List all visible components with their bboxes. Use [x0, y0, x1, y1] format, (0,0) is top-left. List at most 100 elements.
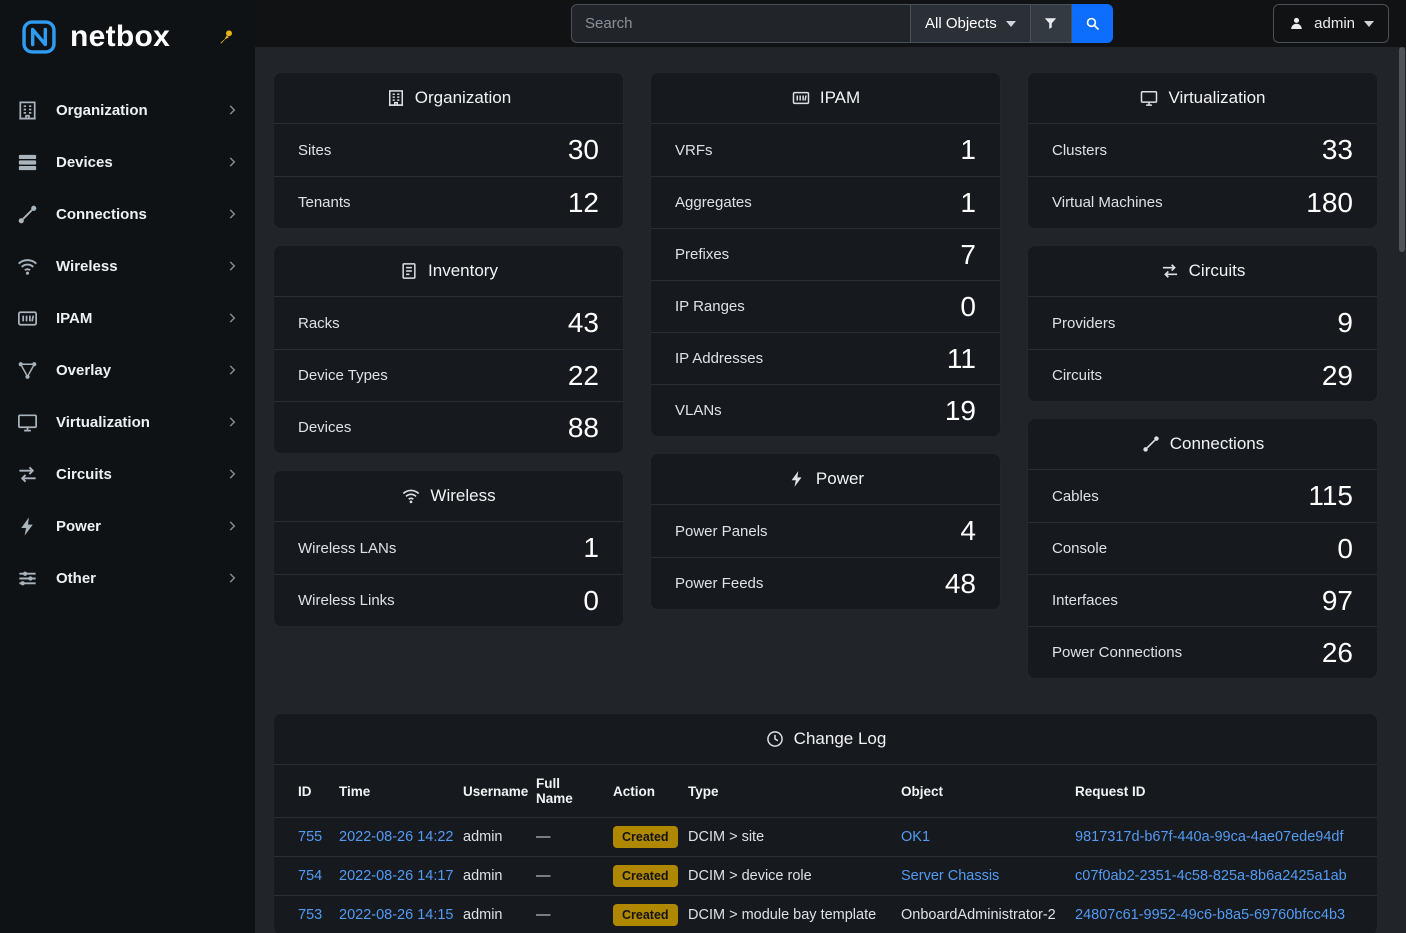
stat-label: Device Types [298, 367, 388, 384]
stat-row-circuits[interactable]: Circuits 29 [1028, 349, 1377, 401]
sidebar-nav: Organization Devices Connections [0, 84, 255, 604]
stat-row-tenants[interactable]: Tenants 12 [274, 176, 623, 228]
sidebar-item-organization[interactable]: Organization [0, 84, 255, 136]
wireless-card-header: Wireless [274, 471, 623, 522]
object-cell: OnboardAdministrator-2 [893, 896, 1067, 933]
sidebar-item-ipam[interactable]: IPAM [0, 292, 255, 344]
chevron-right-icon [225, 415, 239, 429]
stat-row-virtual-machines[interactable]: Virtual Machines 180 [1028, 176, 1377, 228]
change-id-link[interactable]: 753 [298, 907, 322, 923]
sidebar-item-overlay[interactable]: Overlay [0, 344, 255, 396]
chevron-right-icon [225, 155, 239, 169]
monitor-icon [1139, 88, 1159, 108]
full-name-cell: — [528, 818, 605, 857]
stat-value: 19 [945, 395, 976, 427]
building-icon [16, 99, 39, 122]
stat-row-wireless-lans[interactable]: Wireless LANs 1 [274, 522, 623, 574]
stat-row-interfaces[interactable]: Interfaces 97 [1028, 574, 1377, 626]
stat-row-device-types[interactable]: Device Types 22 [274, 349, 623, 401]
scrollbar-track[interactable] [1399, 47, 1405, 933]
stat-label: Aggregates [675, 194, 752, 211]
stat-row-aggregates[interactable]: Aggregates 1 [651, 176, 1000, 228]
stat-row-ip-addresses[interactable]: IP Addresses 11 [651, 332, 1000, 384]
user-menu-button[interactable]: admin [1273, 4, 1389, 43]
request-id-link[interactable]: 9817317d-b67f-440a-99ca-4ae07ede94df [1075, 829, 1343, 845]
stat-row-power-feeds[interactable]: Power Feeds 48 [651, 557, 1000, 609]
power-card: Power Power Panels 4 Power Feeds 48 [650, 453, 1001, 610]
app: netbox Organization Devices [0, 0, 1406, 933]
scrollbar-thumb[interactable] [1399, 47, 1405, 252]
cable-icon [1141, 434, 1161, 454]
search-group: All Objects [571, 4, 1113, 43]
stat-label: Power Feeds [675, 575, 763, 592]
object-type-dropdown-button[interactable]: All Objects [911, 4, 1031, 43]
main-area: All Objects admin [255, 0, 1406, 933]
stat-label: IP Ranges [675, 298, 745, 315]
stat-row-power-panels[interactable]: Power Panels 4 [651, 505, 1000, 557]
change-id-link[interactable]: 754 [298, 868, 322, 884]
chevron-right-icon [225, 571, 239, 585]
change-time-link[interactable]: 2022-08-26 14:22 [339, 829, 454, 845]
stat-row-wireless-links[interactable]: Wireless Links 0 [274, 574, 623, 626]
stat-row-console[interactable]: Console 0 [1028, 522, 1377, 574]
inventory-card: Inventory Racks 43 Device Types 22 Devic… [273, 245, 624, 454]
stat-label: Interfaces [1052, 592, 1118, 609]
stat-row-racks[interactable]: Racks 43 [274, 297, 623, 349]
change-log-row: 755 2022-08-26 14:22 admin — Created DCI… [274, 818, 1377, 857]
chevron-right-icon [225, 311, 239, 325]
search-input[interactable] [571, 4, 911, 43]
request-id-link[interactable]: c07f0ab2-2351-4c58-825a-8b6a2425a1ab [1075, 868, 1347, 884]
change-time-link[interactable]: 2022-08-26 14:15 [339, 907, 454, 923]
column-1: Organization Sites 30 Tenants 12 [273, 72, 624, 679]
stat-value: 29 [1322, 360, 1353, 392]
change-log-table: ID Time Username Full Name Action Type O… [274, 765, 1377, 933]
request-id-link[interactable]: 24807c61-9952-49c6-b8a5-69760bfcc4b3 [1075, 907, 1345, 923]
stat-row-devices[interactable]: Devices 88 [274, 401, 623, 453]
stat-value: 180 [1306, 187, 1353, 219]
topbar: All Objects admin [255, 0, 1406, 47]
filter-button[interactable] [1031, 4, 1072, 43]
stat-label: Providers [1052, 315, 1115, 332]
stat-row-prefixes[interactable]: Prefixes 7 [651, 228, 1000, 280]
chevron-right-icon [225, 363, 239, 377]
sidebar-item-other[interactable]: Other [0, 552, 255, 604]
stat-row-providers[interactable]: Providers 9 [1028, 297, 1377, 349]
inventory-card-header: Inventory [274, 246, 623, 297]
transit-icon [16, 463, 39, 486]
sidebar-item-virtualization[interactable]: Virtualization [0, 396, 255, 448]
stat-label: VLANs [675, 402, 722, 419]
sidebar-item-label: Overlay [56, 362, 225, 379]
stat-row-sites[interactable]: Sites 30 [274, 124, 623, 176]
stat-value: 30 [568, 134, 599, 166]
chevron-right-icon [225, 519, 239, 533]
chevron-right-icon [225, 259, 239, 273]
stat-row-ip-ranges[interactable]: IP Ranges 0 [651, 280, 1000, 332]
stat-row-vlans[interactable]: VLANs 19 [651, 384, 1000, 436]
full-name-cell: — [528, 896, 605, 933]
sidebar-item-wireless[interactable]: Wireless [0, 240, 255, 292]
pin-icon[interactable] [218, 28, 235, 45]
search-submit-button[interactable] [1072, 4, 1113, 43]
stat-label: Power Panels [675, 523, 768, 540]
caret-down-icon [1006, 21, 1016, 27]
sidebar-item-label: Organization [56, 102, 225, 119]
card-title: IPAM [820, 88, 860, 108]
sidebar-item-label: Devices [56, 154, 225, 171]
sidebar-item-circuits[interactable]: Circuits [0, 448, 255, 500]
stat-row-vrfs[interactable]: VRFs 1 [651, 124, 1000, 176]
stat-row-power-connections[interactable]: Power Connections 26 [1028, 626, 1377, 678]
sidebar-item-power[interactable]: Power [0, 500, 255, 552]
column-2: IPAM VRFs 1 Aggregates 1 Prefixes 7 [650, 72, 1001, 679]
sidebar-item-connections[interactable]: Connections [0, 188, 255, 240]
stat-row-clusters[interactable]: Clusters 33 [1028, 124, 1377, 176]
stat-value: 43 [568, 307, 599, 339]
stat-row-cables[interactable]: Cables 115 [1028, 470, 1377, 522]
sidebar-item-devices[interactable]: Devices [0, 136, 255, 188]
object-link[interactable]: Server Chassis [901, 868, 999, 884]
object-link[interactable]: OK1 [901, 829, 930, 845]
stat-label: IP Addresses [675, 350, 763, 367]
change-id-link[interactable]: 755 [298, 829, 322, 845]
change-time-link[interactable]: 2022-08-26 14:17 [339, 868, 454, 884]
stat-value: 26 [1322, 637, 1353, 669]
brand-logo[interactable]: netbox [0, 0, 255, 78]
